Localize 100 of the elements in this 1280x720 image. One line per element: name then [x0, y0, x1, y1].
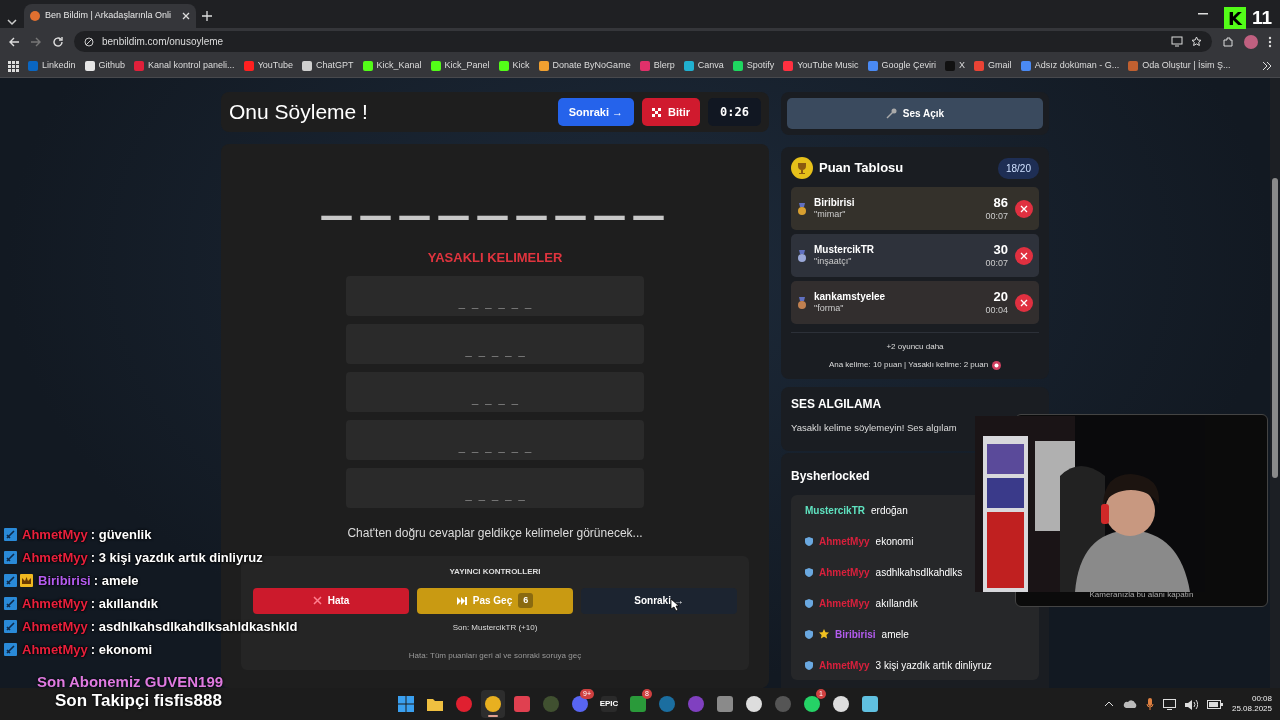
last-subscriber-text: Son Abonemiz GUVEN199 [37, 672, 224, 692]
chevron-right-icon[interactable] [1262, 61, 1272, 71]
chat-title: Bysherlocked [791, 468, 871, 485]
player-answer: "inşaatçı" [814, 256, 853, 267]
chat-username: AhmetMyy [819, 596, 870, 611]
help-text: Hata: Tüm puanları geri al ve sonraki soruya geç [408, 649, 582, 662]
remove-button[interactable] [1015, 293, 1033, 312]
apps-grid-icon[interactable] [8, 60, 19, 72]
minimize-icon[interactable] [1198, 13, 1208, 15]
player-score: 30 [992, 242, 1008, 258]
app-label: EPIC [599, 700, 619, 708]
chat-message: : amele [93, 571, 139, 590]
bookmark[interactable]: YouTube Music [783, 59, 859, 73]
chat-username: AhmetMyy [22, 617, 88, 636]
sword-badge-icon [4, 620, 17, 633]
taskbar-app[interactable]: EPIC [597, 690, 621, 718]
bookmark[interactable]: Gmail [974, 59, 1012, 73]
game-title: Onu Söyleme ! [229, 99, 369, 126]
bookmark[interactable]: Kanal kontrol paneli... [134, 59, 235, 73]
end-button[interactable]: Bitir [642, 98, 701, 126]
sound-button[interactable]: Ses Açık [787, 98, 1043, 129]
remove-button[interactable] [1015, 199, 1033, 218]
bookmark[interactable]: Kick [498, 59, 530, 73]
close-icon [1020, 251, 1028, 260]
scoring-rules: Ana kelime: 10 puan | Yasaklı kelime: 2 puan [828, 359, 989, 371]
bookmark[interactable]: X [945, 59, 966, 73]
player-answer: "forma" [814, 303, 845, 314]
chat-message: amele [881, 627, 909, 642]
chat-username: AhmetMyy [22, 548, 88, 567]
chat-username: AhmetMyy [819, 565, 870, 580]
chat-username: AhmetMyy [22, 594, 88, 613]
player-name: kankamstyelee [814, 291, 887, 304]
browser-tab[interactable]: Ben Bildim | Arkadaşlarınla Onli [24, 4, 196, 28]
sword-badge-icon [4, 574, 17, 587]
banned-words-title: YASAKLI KELIMELER [427, 249, 563, 267]
speaker-icon[interactable] [1184, 698, 1198, 710]
bookmark[interactable]: Canva [683, 59, 724, 73]
camera-caption: Kameranızla bu alanı kapatın [1089, 589, 1194, 601]
bookmark[interactable]: Kick_Panel [430, 59, 490, 73]
battery-icon[interactable] [1206, 699, 1223, 709]
microphone-icon [885, 108, 897, 119]
close-icon [1020, 204, 1028, 213]
player-score: 86 [992, 195, 1008, 211]
monitor-icon[interactable] [1162, 698, 1176, 710]
forward-icon[interactable] [30, 35, 42, 48]
chat-message: : 3 kişi yazdık artık dinliyruz [90, 548, 263, 567]
scrollbar-thumb[interactable] [1272, 178, 1278, 478]
banned-word-slot: _ _ _ _ _ [346, 323, 644, 364]
taskbar-app[interactable] [481, 690, 505, 718]
next-button[interactable]: Sonraki → [581, 587, 737, 614]
install-icon[interactable] [1171, 36, 1183, 47]
bookmark[interactable]: YouTube [243, 59, 293, 73]
bookmark[interactable]: Google Çeviri [867, 59, 937, 73]
chat-message: ekonomi [875, 534, 914, 549]
chevron-up-icon[interactable] [1103, 701, 1114, 707]
bookmark[interactable]: Kick_Kanal [362, 59, 422, 73]
bookmark[interactable]: ChatGPT [302, 59, 354, 73]
close-icon[interactable] [182, 12, 190, 20]
clock-time: 00:08 [1250, 693, 1272, 704]
answer-time: 00:07 [985, 257, 1008, 269]
chevron-down-icon[interactable] [6, 16, 18, 28]
address-bar[interactable]: benbildim.com/onusoyleme [74, 31, 1212, 52]
bookmark[interactable]: Github [84, 59, 126, 73]
back-icon[interactable] [8, 35, 20, 48]
close-icon [312, 596, 322, 605]
microphone-icon[interactable] [1145, 698, 1154, 710]
next-button[interactable]: Sonraki → [557, 98, 635, 126]
timer: 0:26 [708, 98, 761, 126]
last-follower-text: Son Takipçi fisfis888 [55, 690, 222, 712]
site-info-icon[interactable] [84, 36, 94, 47]
error-button[interactable]: Hata [253, 587, 409, 614]
chat-message: : güvenlik [90, 525, 152, 544]
sword-badge-icon [4, 528, 17, 541]
avatar-icon[interactable] [1244, 34, 1258, 49]
bookmark[interactable]: Spotify [732, 59, 775, 73]
reload-icon[interactable] [52, 35, 64, 48]
chat-message: 3 kişi yazdık artık dinliyruz [875, 658, 992, 673]
chat-username: AhmetMyy [22, 525, 88, 544]
bookmark[interactable]: Oda Oluştur | İsim Ş... [1128, 59, 1231, 73]
more-players-text: +2 oyuncu daha [886, 341, 944, 353]
chat-username: Biribirisi [835, 627, 876, 642]
menu-icon[interactable] [1268, 35, 1272, 48]
new-tab-icon[interactable] [202, 11, 212, 21]
bookmark[interactable]: Blerp [639, 59, 675, 73]
bookmark[interactable]: Donate ByNoGame [538, 59, 631, 73]
controls-title: YAYINCI KONTROLLERI [449, 565, 541, 578]
cloud-icon[interactable] [1122, 699, 1137, 709]
chat-username: Biribirisi [38, 571, 91, 590]
chat-username: AhmetMyy [819, 658, 870, 673]
banned-word-slot: _ _ _ _ _ [346, 467, 644, 508]
chat-message: : asdhlkahsdlkahdlksahldkashkld [90, 617, 298, 636]
star-icon[interactable] [1191, 36, 1202, 47]
viewer-count: 11 [1251, 6, 1272, 30]
remove-button[interactable] [1015, 246, 1033, 265]
player-name: MustercikTR [814, 244, 875, 257]
answer-time: 00:07 [985, 210, 1008, 222]
bookmark[interactable]: Adsız doküman - G... [1020, 59, 1120, 73]
bookmark[interactable]: Linkedin [28, 59, 76, 73]
answer-time: 00:04 [985, 304, 1008, 316]
pass-button[interactable]: Pas Geç 6 [417, 587, 573, 614]
